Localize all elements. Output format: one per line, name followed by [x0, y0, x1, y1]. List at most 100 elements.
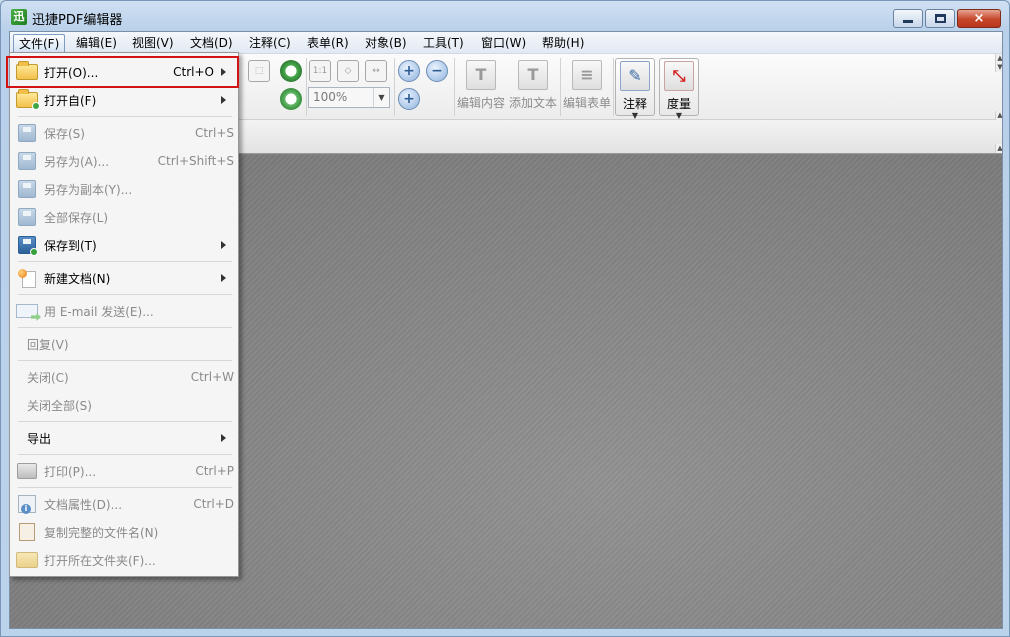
save-all-icon [18, 208, 36, 226]
menu-separator [18, 487, 232, 488]
menu-separator [18, 261, 232, 262]
toolbar-scroll-down-icon[interactable]: ▼ [995, 63, 1002, 72]
window-title: 迅捷PDF编辑器 [32, 13, 123, 28]
copy-filename-icon [19, 523, 35, 541]
zoom-in-icon[interactable]: + [398, 60, 420, 82]
actual-size-icon[interactable]: 1:1 [309, 60, 331, 82]
menu-item-export[interactable]: 导出 [12, 424, 236, 452]
menu-item-save-copy[interactable]: 另存为副本(Y)... [12, 175, 236, 203]
fit-width-icon[interactable]: ↔ [365, 60, 387, 82]
menu-form[interactable]: 表单(R) [302, 34, 354, 53]
measure-button[interactable]: ⤡ 度量 ▼ [659, 58, 699, 120]
menu-item-copy-filename[interactable]: 复制完整的文件名(N) [12, 518, 236, 546]
submenu-arrow-icon [221, 434, 226, 442]
menu-tools[interactable]: 工具(T) [418, 34, 469, 53]
select-tool-icon[interactable]: ⬚ [248, 60, 270, 82]
minimize-button[interactable] [893, 9, 923, 28]
chevron-down-icon: ▼ [675, 111, 683, 120]
folder-cloud-icon [16, 89, 40, 110]
submenu-arrow-icon [221, 241, 226, 249]
submenu-arrow-icon [221, 96, 226, 104]
save-copy-icon [18, 180, 36, 198]
menu-file[interactable]: 文件(F) [13, 34, 66, 53]
app-icon: 迅 [11, 9, 27, 25]
menu-item-email[interactable]: 用 E-mail 发送(E)... [12, 297, 236, 325]
toolbar-separator [613, 58, 614, 116]
highlight-box [6, 56, 239, 88]
save-icon [18, 124, 36, 142]
edit-content-button[interactable]: T 编辑内容 [456, 58, 506, 116]
menu-bar: 文件(F) 编辑(E) 视图(V) 文档(D) 注释(C) 表单(R) 对象(B… [10, 32, 1002, 54]
zoom-plus-icon[interactable]: + [398, 88, 420, 110]
menu-window[interactable]: 窗口(W) [476, 34, 531, 53]
edit-form-icon: ≡ [572, 60, 602, 90]
open-containing-folder-icon [16, 552, 38, 568]
menu-item-revert[interactable]: 回复(V) [12, 330, 236, 358]
toolbar-separator [560, 58, 561, 116]
fit-page-icon[interactable]: ◇ [337, 60, 359, 82]
menu-separator [18, 327, 232, 328]
rotate-clockwise-icon[interactable] [280, 60, 302, 82]
menu-item-open-folder[interactable]: 打开所在文件夹(F)... [12, 546, 236, 574]
rotate-counterclockwise-icon[interactable] [280, 88, 302, 110]
save-to-icon [18, 236, 38, 256]
printer-icon [17, 463, 37, 479]
email-icon [16, 304, 38, 318]
annotate-button[interactable]: ✎ 注释 ▼ [615, 58, 655, 120]
menu-item-print[interactable]: 打印(P)... Ctrl+P [12, 457, 236, 485]
menu-separator [18, 360, 232, 361]
edit-form-label: 编辑表单 [562, 96, 611, 110]
edit-content-label: 编辑内容 [456, 96, 505, 110]
measure-icon: ⤡ [664, 61, 694, 91]
chevron-down-icon[interactable]: ▼ [373, 88, 389, 107]
menu-item-properties[interactable]: 文档属性(D)... Ctrl+D [12, 490, 236, 518]
menu-separator [18, 294, 232, 295]
menu-item-new-document[interactable]: 新建文档(N) [12, 264, 236, 292]
add-text-icon: T [518, 60, 548, 90]
toolbar-separator [306, 58, 307, 116]
close-icon: × [973, 11, 985, 26]
menu-item-save[interactable]: 保存(S) Ctrl+S [12, 119, 236, 147]
toolbar-separator [454, 58, 455, 116]
add-text-button[interactable]: T 添加文本 [508, 58, 558, 116]
submenu-arrow-icon [221, 274, 226, 282]
measure-label: 度量 [666, 97, 691, 111]
minimize-icon [903, 20, 913, 23]
toolbar-scroll-up-icon[interactable]: ▲ [995, 111, 1002, 120]
annotate-icon: ✎ [620, 61, 650, 91]
title-bar: 迅 迅捷PDF编辑器 × [1, 1, 1009, 33]
menu-help[interactable]: 帮助(H) [537, 34, 589, 53]
menu-view[interactable]: 视图(V) [127, 34, 179, 53]
maximize-icon [934, 14, 946, 23]
save-as-icon [18, 152, 36, 170]
menu-item-save-as[interactable]: 另存为(A)... Ctrl+Shift+S [12, 147, 236, 175]
annotate-label: 注释 [622, 97, 647, 111]
file-menu-dropdown: 打开(O)... Ctrl+O 打开自(F) 保存(S) Ctrl+S 另存为(… [9, 52, 239, 577]
menu-comment[interactable]: 注释(C) [244, 34, 296, 53]
menu-item-close[interactable]: 关闭(C) Ctrl+W [12, 363, 236, 391]
document-properties-icon [18, 495, 36, 514]
edit-form-button[interactable]: ≡ 编辑表单 [562, 58, 612, 116]
zoom-out-icon[interactable]: − [426, 60, 448, 82]
chevron-down-icon: ▼ [631, 111, 639, 120]
maximize-button[interactable] [925, 9, 955, 28]
menu-object[interactable]: 对象(B) [360, 34, 412, 53]
menu-edit[interactable]: 编辑(E) [71, 34, 122, 53]
zoom-combo[interactable]: 100% ▼ [308, 87, 390, 108]
menu-separator [18, 454, 232, 455]
add-text-label: 添加文本 [508, 96, 557, 110]
toolbar-scroll-up-icon[interactable]: ▲ [995, 144, 1002, 153]
menu-item-open-from[interactable]: 打开自(F) [12, 86, 236, 114]
close-button[interactable]: × [957, 9, 1001, 28]
toolbar-separator [394, 58, 395, 116]
zoom-value: 100% [313, 90, 348, 104]
menu-separator [18, 116, 232, 117]
menu-item-close-all[interactable]: 关闭全部(S) [12, 391, 236, 419]
menu-document[interactable]: 文档(D) [185, 34, 238, 53]
menu-item-save-all[interactable]: 全部保存(L) [12, 203, 236, 231]
app-window: 迅 迅捷PDF编辑器 × 文件(F) 编辑(E) 视图(V) 文档(D) 注释(… [0, 0, 1010, 637]
menu-item-save-to[interactable]: 保存到(T) [12, 231, 236, 259]
edit-content-icon: T [466, 60, 496, 90]
toolbar-scroll-up-icon[interactable]: ▲ [995, 54, 1002, 63]
new-document-icon [18, 269, 36, 288]
